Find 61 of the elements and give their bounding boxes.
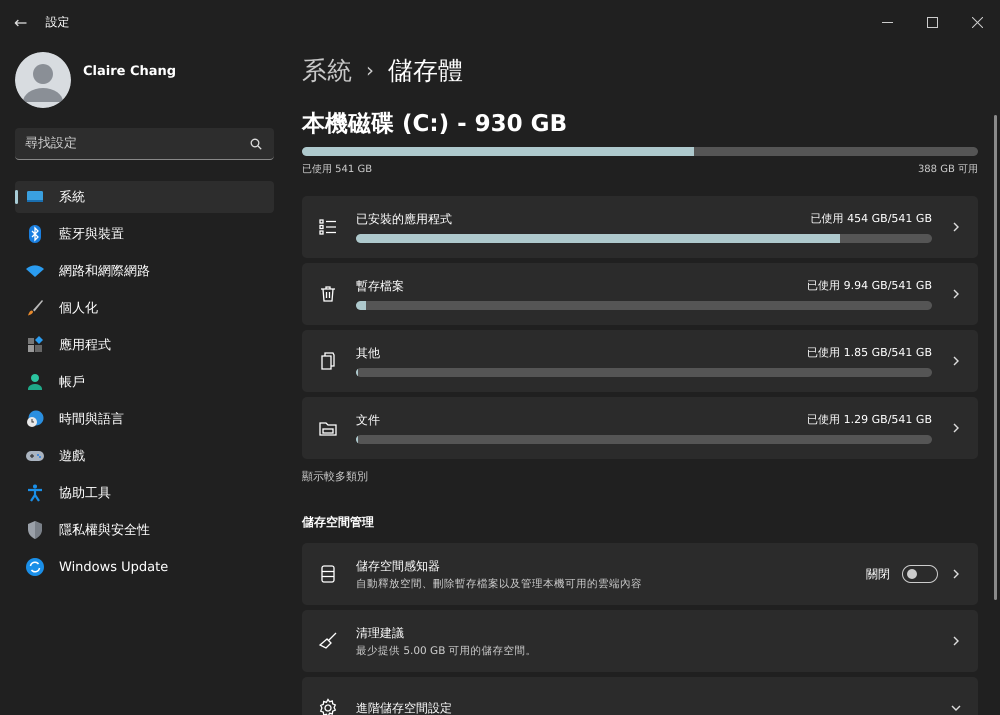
breadcrumb-separator: › — [366, 58, 374, 82]
drive-title: 本機磁碟 (C:) - 930 GB — [302, 110, 568, 139]
section-heading: 儲存空間管理 — [302, 514, 375, 531]
category-usage: 已使用 1.29 GB/541 GB — [807, 412, 932, 428]
category-name: 其他 — [356, 345, 380, 362]
show-more-link[interactable]: 顯示較多類別 — [302, 469, 368, 484]
sidebar-item[interactable]: 藍牙與裝置 — [15, 218, 274, 250]
back-button[interactable]: ← — [14, 12, 28, 32]
setting-card[interactable]: 儲存空間感知器 自動釋放空間、刪除暫存檔案以及管理本機可用的雲端內容 關閉 — [302, 543, 978, 605]
shield-icon — [25, 520, 45, 540]
setting-title: 儲存空間感知器 — [356, 558, 441, 574]
breadcrumb-parent[interactable]: 系統 — [302, 54, 352, 86]
setting-card[interactable]: 清理建議 最少提供 5.00 GB 可用的儲存空間。 — [302, 610, 978, 672]
accessibility-icon — [25, 483, 45, 503]
window-title: 設定 — [45, 14, 70, 30]
avatar — [15, 52, 71, 108]
category-usage: 已使用 1.85 GB/541 GB — [807, 345, 932, 361]
sidebar-item[interactable]: 應用程式 — [15, 329, 274, 361]
storage-category-card[interactable]: 文件 已使用 1.29 GB/541 GB — [302, 397, 978, 459]
setting-title: 進階儲存空間設定 — [356, 700, 453, 715]
sidebar-item[interactable]: 網路和網際網路 — [15, 255, 274, 287]
sidebar-item[interactable]: 系統 — [15, 181, 274, 213]
setting-card[interactable]: 進階儲存空間設定 — [302, 677, 978, 715]
sidebar-item[interactable]: 時間與語言 — [15, 403, 274, 435]
storage-category-card[interactable]: 已安裝的應用程式 已使用 454 GB/541 GB — [302, 196, 978, 258]
category-usage: 已使用 454 GB/541 GB — [810, 211, 932, 227]
trash-icon — [318, 284, 338, 304]
update-icon — [25, 557, 45, 577]
apps-icon — [25, 335, 45, 355]
maximize-icon[interactable] — [927, 16, 938, 28]
broom-icon — [318, 631, 338, 651]
user-name: Claire Chang — [83, 64, 176, 78]
storage-category-card[interactable]: 其他 已使用 1.85 GB/541 GB — [302, 330, 978, 392]
sidebar-item[interactable]: 遊戲 — [15, 440, 274, 472]
list-icon — [318, 217, 338, 237]
setting-description: 最少提供 5.00 GB 可用的儲存空間。 — [356, 644, 538, 658]
toggle-state-label: 關閉 — [866, 566, 890, 582]
sidebar-item[interactable]: 個人化 — [15, 292, 274, 324]
page-title: 儲存體 — [388, 54, 463, 86]
setting-description: 自動釋放空間、刪除暫存檔案以及管理本機可用的雲端內容 — [356, 576, 643, 590]
category-name: 已安裝的應用程式 — [356, 211, 452, 228]
globe-clock-icon — [25, 409, 45, 429]
scrollbar[interactable] — [994, 115, 997, 600]
sidebar-item[interactable]: 隱私權與安全性 — [15, 514, 274, 546]
search-field[interactable]: 尋找設定 — [15, 128, 274, 160]
search-icon[interactable] — [250, 138, 262, 150]
used-space-label: 已使用 541 GB — [302, 163, 372, 176]
category-name: 文件 — [356, 412, 380, 429]
free-space-label: 388 GB 可用 — [918, 163, 978, 176]
sidebar-item[interactable]: 帳戶 — [15, 366, 274, 398]
paintbrush-icon — [25, 298, 45, 318]
category-name: 暫存檔案 — [356, 278, 404, 295]
settings-icon — [318, 698, 338, 715]
storage-category-card[interactable]: 暫存檔案 已使用 9.94 GB/541 GB — [302, 263, 978, 325]
toggle-switch[interactable] — [902, 565, 938, 583]
close-icon[interactable] — [972, 16, 983, 28]
sidebar-item[interactable]: 協助工具 — [15, 477, 274, 509]
sidebar-item[interactable]: Windows Update — [15, 551, 274, 583]
setting-title: 清理建議 — [356, 624, 405, 642]
person-icon — [25, 372, 45, 392]
category-usage: 已使用 9.94 GB/541 GB — [807, 278, 932, 294]
